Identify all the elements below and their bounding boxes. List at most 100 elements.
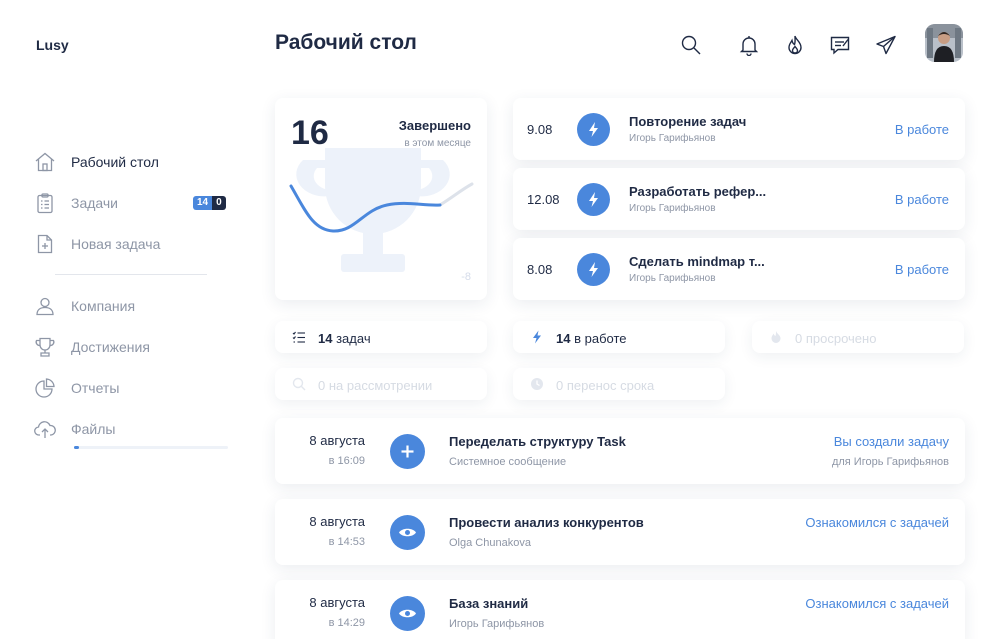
task-title: Сделать mindmap т... [629,254,765,269]
overdue-fire-icon [771,331,781,343]
filter-postponed-label: 0 перенос срока [556,378,655,393]
chat-icon[interactable] [829,34,851,56]
activity-item[interactable]: 8 августа в 16:09 Переделать структуру T… [275,418,965,484]
task-title: Разработать рефер... [629,184,767,199]
pie-chart-icon [35,378,55,398]
filter-postponed[interactable]: 0 перенос срока [513,368,725,400]
activity-action-link[interactable]: Ознакомился с задачей [805,515,949,530]
task-assignee: Игорь Гарифьянов [629,133,716,144]
fire-icon[interactable] [784,34,806,56]
completed-stats-card: 16 Завершено в этом месяце -8 [275,98,487,300]
sidebar-item-label: Файлы [71,421,116,437]
files-progress-bar [74,446,228,449]
filter-overdue[interactable]: 0 просрочено [752,321,964,353]
sidebar-item-new-task[interactable]: Новая задача [34,232,234,258]
filter-in-progress-label: в работе [574,331,627,346]
task-card[interactable]: 9.08 Повторение задач Игорь Гарифьянов В… [513,98,965,160]
page-title: Рабочий стол [275,31,417,54]
filter-review[interactable]: 0 на рассмотрении [275,368,487,400]
activity-date: 8 августа [309,433,365,448]
filter-overdue-label: 0 просрочено [795,331,877,346]
activity-subtitle: Игорь Гарифьянов [449,618,545,630]
task-date: 9.08 [527,122,553,137]
filter-in-progress-count: 14 [556,331,571,346]
activity-time: в 14:29 [328,617,365,629]
activity-title: База знаний [449,596,529,611]
sidebar-item-tasks[interactable]: Задачи 14 0 [34,191,234,217]
user-avatar-image [925,24,963,62]
sidebar-item-label: Рабочий стол [71,154,159,170]
filter-all-tasks[interactable]: 14 задач [275,321,487,353]
activity-action-subtitle: для Игорь Гарифьянов [831,456,949,468]
task-date: 12.08 [527,192,560,207]
files-progress-fill [74,446,79,449]
completed-count: 16 [291,114,329,152]
completed-delta: -8 [461,271,471,283]
bell-icon[interactable] [738,34,760,56]
task-lightning-icon [577,183,610,216]
activity-date: 8 августа [309,595,365,610]
users-icon [36,297,54,316]
task-status-link[interactable]: В работе [895,122,949,137]
activity-title: Переделать структуру Task [449,434,626,449]
topbar-actions [680,34,965,64]
tasks-badge-total: 14 [193,196,213,210]
filter-all-label: задач [336,331,371,346]
sidebar-item-reports[interactable]: Отчеты [34,376,234,402]
search-icon[interactable] [680,34,702,56]
task-title: Повторение задач [629,114,747,129]
completed-subtitle: в этом месяце [404,138,471,149]
filter-in-progress[interactable]: 14 в работе [513,321,725,353]
task-card[interactable]: 12.08 Разработать рефер... Игорь Гарифья… [513,168,965,230]
avatar[interactable] [925,24,963,62]
task-assignee: Игорь Гарифьянов [629,273,716,284]
sidebar-item-label: Компания [71,298,136,314]
task-card[interactable]: 8.08 Сделать mindmap т... Игорь Гарифьян… [513,238,965,300]
home-icon [35,152,55,172]
list-icon [292,331,305,343]
activity-date: 8 августа [309,514,365,529]
activity-item[interactable]: 8 августа в 14:29 База знаний Игорь Гари… [275,580,965,639]
send-icon[interactable] [875,34,897,56]
clock-icon [531,378,543,390]
clipboard-icon [37,193,53,214]
plus-icon [390,434,425,469]
task-lightning-icon [577,253,610,286]
eye-icon [390,596,425,631]
sidebar-item-achievements[interactable]: Достижения [34,335,234,361]
activity-item[interactable]: 8 августа в 14:53 Провести анализ конкур… [275,499,965,565]
filter-all-count: 14 [318,331,333,346]
sidebar-item-company[interactable]: Компания [34,294,234,320]
app-logo[interactable]: Lusy [36,37,69,53]
completed-title: Завершено [398,118,471,133]
search-icon [292,377,306,391]
sidebar-item-label: Достижения [71,339,150,355]
task-status-link[interactable]: В работе [895,262,949,277]
activity-time: в 16:09 [328,455,365,467]
task-status-link[interactable]: В работе [895,192,949,207]
activity-action-link[interactable]: Вы создали задачу [834,434,949,449]
tasks-count-badge: 14 0 [193,196,226,210]
activity-subtitle: Системное сообщение [449,456,567,468]
sidebar-item-desktop[interactable]: Рабочий стол [34,150,234,176]
completed-trend-line-past [438,182,474,207]
activity-subtitle: Olga Chunakova [449,537,531,549]
tasks-badge-new: 0 [212,196,226,210]
sidebar-item-label: Отчеты [71,380,120,396]
lightning-icon [533,330,541,344]
eye-icon [390,515,425,550]
task-assignee: Игорь Гарифьянов [629,203,716,214]
activity-action-link[interactable]: Ознакомился с задачей [805,596,949,611]
new-file-icon [37,234,53,254]
task-lightning-icon [577,113,610,146]
sidebar-item-files[interactable]: Файлы [34,417,234,443]
activity-time: в 14:53 [328,536,365,548]
task-date: 8.08 [527,262,553,277]
sidebar-item-label: Новая задача [71,236,161,252]
sidebar-divider [55,274,207,275]
filter-review-label: 0 на рассмотрении [318,378,433,393]
activity-title: Провести анализ конкурентов [449,515,644,530]
trophy-icon [35,337,55,357]
sidebar-item-label: Задачи [71,195,119,211]
cloud-upload-icon [34,421,56,438]
